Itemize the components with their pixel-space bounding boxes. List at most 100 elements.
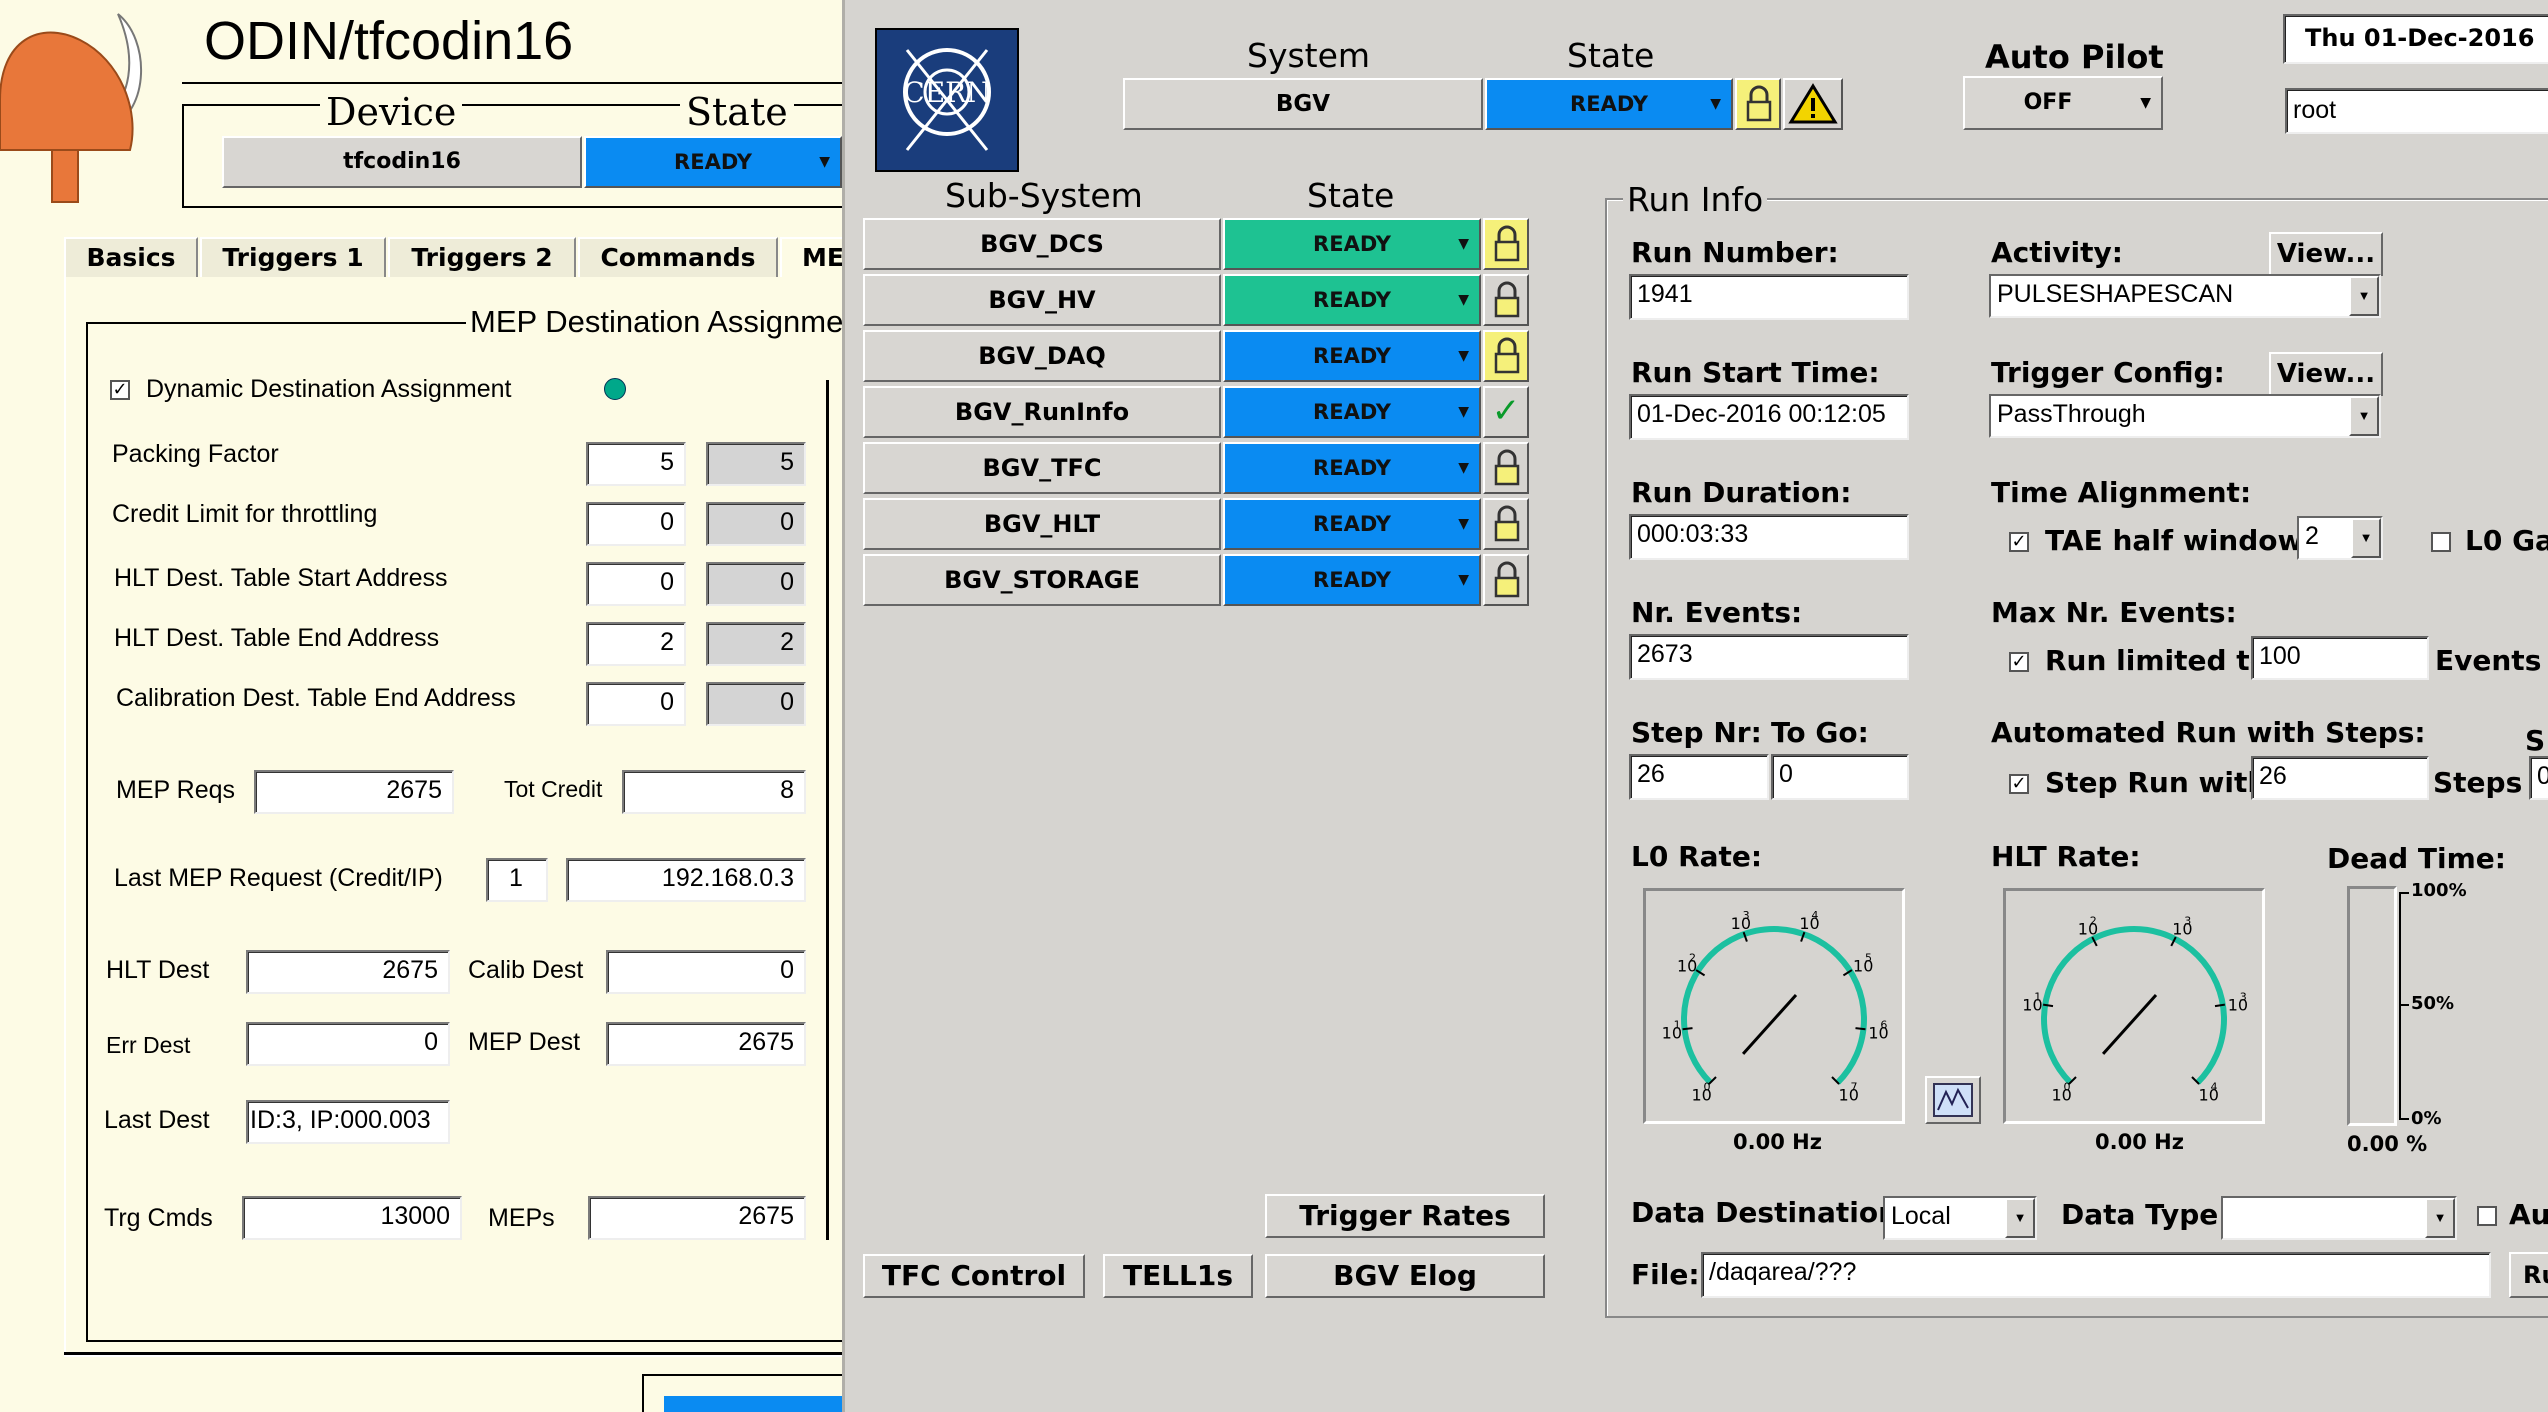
dynamic-checkbox[interactable]: ✓: [110, 380, 130, 400]
time-alignment-label: Time Alignment:: [1991, 476, 2252, 509]
hlt-start-input[interactable]: 0: [586, 562, 686, 606]
tab-mep[interactable]: ME: [780, 237, 842, 277]
subsystem-state-button[interactable]: READY ▼: [1223, 386, 1481, 438]
check-icon: ✓: [1491, 391, 1521, 431]
subsystem-name[interactable]: BGV_RunInfo: [863, 386, 1221, 438]
autopilot-value: OFF: [2023, 90, 2073, 115]
hltrate-value: 0.00 Hz: [2095, 1130, 2184, 1154]
device-button[interactable]: tfcodin16: [222, 136, 582, 188]
hlt-end-input[interactable]: 2: [586, 622, 686, 666]
rate-history-button[interactable]: [1925, 1076, 1981, 1124]
subsystem-name[interactable]: BGV_HV: [863, 274, 1221, 326]
subsystem-lock-button[interactable]: [1483, 218, 1529, 270]
subsystem-state-button[interactable]: READY ▼: [1223, 442, 1481, 494]
group-divider: [826, 380, 829, 1240]
user-field[interactable]: root: [2285, 88, 2548, 134]
hlt-dest-value: 2675: [246, 950, 450, 994]
tae-select[interactable]: 2 ▼: [2297, 516, 2383, 560]
deadtime-value: 0.00 %: [2347, 1132, 2428, 1156]
s-field[interactable]: 0: [2529, 756, 2548, 800]
subsystem-state-button[interactable]: READY ▼: [1223, 330, 1481, 382]
odin-state-button[interactable]: READY ▼: [584, 136, 842, 188]
system-button[interactable]: BGV: [1123, 78, 1483, 130]
date-display: Thu 01-Dec-2016: [2283, 14, 2548, 64]
subsystem-state-button[interactable]: READY ▼: [1223, 554, 1481, 606]
subsystem-name[interactable]: BGV_DAQ: [863, 330, 1221, 382]
dropdown-arrow-icon: ▼: [2140, 95, 2151, 111]
subsystem-state-button[interactable]: READY ▼: [1223, 274, 1481, 326]
nevents-field: 2673: [1629, 634, 1909, 680]
subsystem-lock-button[interactable]: [1483, 498, 1529, 550]
au-checkbox[interactable]: [2477, 1206, 2497, 1226]
l0rate-tick-exponent: 2: [1689, 952, 1696, 965]
tell1s-button[interactable]: TELL1s: [1103, 1254, 1253, 1298]
lock-icon: [1494, 561, 1520, 598]
l0rate-tick-exponent: 0: [1703, 1081, 1710, 1094]
tab-basics[interactable]: Basics: [64, 237, 198, 277]
deadtime-tick-label: 100%: [2411, 880, 2467, 901]
l0rate-tick: [1682, 1027, 1693, 1031]
hltrate-tick-exponent: 4: [2211, 1081, 2218, 1094]
system-state-button[interactable]: READY ▼: [1485, 78, 1733, 130]
hltrate-tick-exponent: 1: [2034, 991, 2041, 1004]
tab-triggers-1[interactable]: Triggers 1: [200, 237, 386, 277]
activity-select[interactable]: PULSESHAPESCAN ▼: [1989, 274, 2381, 318]
calib-end-input[interactable]: 0: [586, 682, 686, 726]
limited-checkbox[interactable]: ✓: [2009, 652, 2029, 672]
hltrate-tick-exponent: 2: [2090, 914, 2097, 927]
warning-button[interactable]: [1783, 78, 1843, 130]
title-rule: [182, 82, 842, 84]
trigger-view-button[interactable]: View...: [2269, 352, 2383, 396]
state-header: State: [680, 90, 794, 134]
autopilot-button[interactable]: OFF ▼: [1963, 76, 2163, 130]
l0ga-checkbox[interactable]: [2431, 532, 2451, 552]
ru-button[interactable]: Ru: [2509, 1252, 2548, 1298]
tab-triggers-2[interactable]: Triggers 2: [388, 237, 576, 277]
steprun-field[interactable]: 26: [2251, 756, 2429, 800]
dest-value: Local: [1891, 1202, 1951, 1230]
elog-button[interactable]: BGV Elog: [1265, 1254, 1545, 1298]
trigger-config-select[interactable]: PassThrough ▼: [1989, 394, 2381, 438]
subsystem-name[interactable]: BGV_DCS: [863, 218, 1221, 270]
subsystem-lock-button[interactable]: [1483, 274, 1529, 326]
subsystem-name[interactable]: BGV_STORAGE: [863, 554, 1221, 606]
trigger-rates-button[interactable]: Trigger Rates: [1265, 1194, 1545, 1238]
tab-commands[interactable]: Commands: [578, 237, 778, 277]
dropdown-arrow-icon: ▼: [1458, 516, 1469, 532]
tfc-control-button[interactable]: TFC Control: [863, 1254, 1085, 1298]
subsystem-check-button[interactable]: ✓: [1483, 386, 1529, 438]
partial-state-button[interactable]: [664, 1396, 842, 1412]
subsystem-lock-button[interactable]: [1483, 442, 1529, 494]
tae-checkbox[interactable]: ✓: [2009, 532, 2029, 552]
limited-field[interactable]: 100: [2251, 636, 2429, 680]
dropdown-arrow-icon: ▼: [2005, 1198, 2035, 1238]
l0rate-needle: [1741, 993, 1798, 1055]
subsystem-lock-button[interactable]: [1483, 554, 1529, 606]
l0ga-label: L0 Ga: [2465, 524, 2548, 557]
l0rate-tick-exponent: 5: [1865, 952, 1872, 965]
subsystem-state-button[interactable]: READY ▼: [1223, 498, 1481, 550]
hltrate-arc: [2041, 926, 2227, 1085]
autopilot-label: Auto Pilot: [1985, 38, 2164, 76]
l0rate-gauge-dial: 100101102103 104105106107: [1662, 909, 1889, 1105]
packing-factor-input[interactable]: 5: [586, 442, 686, 486]
subsystem-name[interactable]: BGV_HLT: [863, 498, 1221, 550]
dest-select[interactable]: Local ▼: [1883, 1196, 2037, 1240]
file-field[interactable]: /daqarea/???: [1701, 1252, 2491, 1298]
odin-state-value: READY: [674, 150, 752, 174]
system-state-value: READY: [1570, 92, 1648, 116]
mep-reqs-value: 2675: [254, 770, 454, 814]
hltrate-label: HLT Rate:: [1991, 840, 2141, 873]
credit-limit-input[interactable]: 0: [586, 502, 686, 546]
subsystem-name[interactable]: BGV_TFC: [863, 442, 1221, 494]
dropdown-arrow-icon: ▼: [1458, 404, 1469, 420]
activity-view-button[interactable]: View...: [2269, 232, 2383, 276]
subsystem-lock-button[interactable]: [1483, 330, 1529, 382]
deadtime-bar: [2347, 886, 2397, 1126]
subsystem-state-button[interactable]: READY ▼: [1223, 218, 1481, 270]
system-lock-button[interactable]: [1735, 78, 1781, 130]
steprun-checkbox[interactable]: ✓: [2009, 774, 2029, 794]
data-type-select[interactable]: ▼: [2221, 1196, 2457, 1240]
step-label: Step Nr:: [1631, 716, 1762, 749]
dropdown-arrow-icon: ▼: [1710, 96, 1721, 112]
